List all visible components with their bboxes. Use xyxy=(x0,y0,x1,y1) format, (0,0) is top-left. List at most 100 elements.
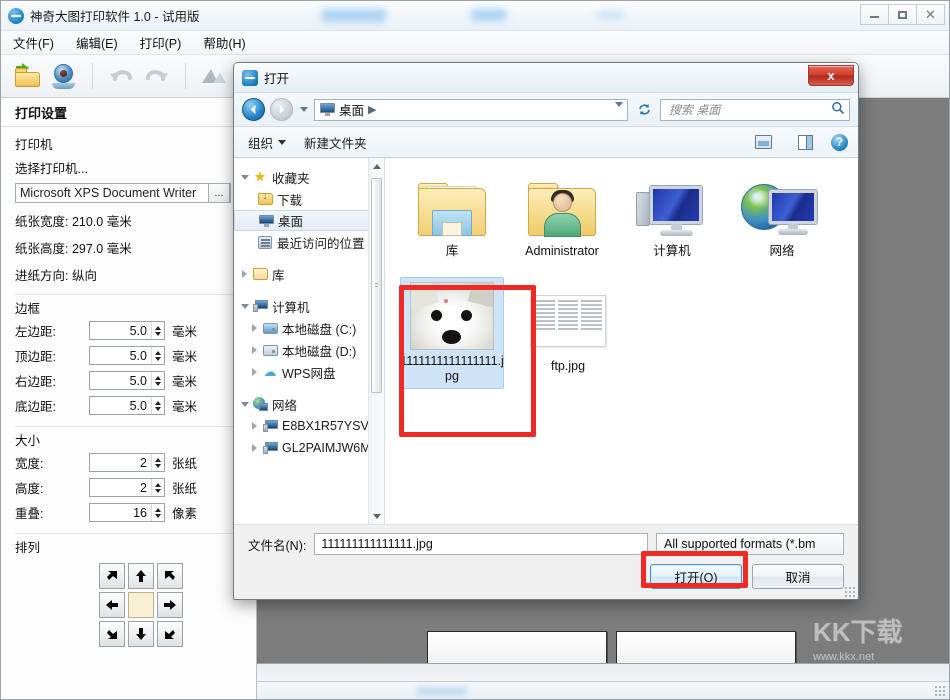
tree-item-desktop[interactable]: 桌面 xyxy=(234,210,378,231)
tree-scroll-down-icon[interactable] xyxy=(369,508,384,524)
tree-item-libraries[interactable]: 库 xyxy=(234,263,384,285)
file-item-network[interactable]: 网络 xyxy=(727,168,837,259)
tree-label: 库 xyxy=(269,265,285,284)
arrange-down-left-icon[interactable] xyxy=(99,621,125,647)
camera-icon[interactable] xyxy=(49,61,79,91)
address-bar[interactable]: 桌面 ▶ xyxy=(314,99,628,121)
back-icon[interactable] xyxy=(242,98,265,121)
margin-right-spin-buttons[interactable] xyxy=(151,372,164,389)
arrange-down-right-icon[interactable] xyxy=(157,621,183,647)
maximize-button[interactable] xyxy=(888,4,917,25)
star-icon: ★ xyxy=(251,169,269,185)
cancel-button[interactable]: 取消 xyxy=(752,564,844,589)
file-label: ftp.jpg xyxy=(516,359,620,374)
history-dropdown-icon[interactable] xyxy=(298,100,309,120)
arrange-center-icon[interactable] xyxy=(128,592,154,618)
select-printer-label[interactable]: 选择打印机... xyxy=(15,154,244,181)
margin-left-spin-buttons[interactable] xyxy=(151,322,164,339)
dialog-close-button[interactable]: x xyxy=(808,65,854,86)
minimize-button[interactable] xyxy=(860,4,889,25)
arrange-left-icon[interactable] xyxy=(99,592,125,618)
tree-scroll-thumb[interactable] xyxy=(371,178,382,393)
file-list[interactable]: 库 Administrator xyxy=(385,158,858,524)
tree-item-favorites[interactable]: ★ 收藏夹 xyxy=(234,166,384,188)
margin-bottom-spin-buttons[interactable] xyxy=(151,397,164,414)
tree-item-drive-c[interactable]: 本地磁盘 (C:) xyxy=(234,317,384,339)
drive-icon xyxy=(261,345,279,356)
arrange-up-right-icon[interactable] xyxy=(157,563,183,589)
address-separator[interactable]: ▶ xyxy=(368,103,376,116)
tree-scroll-up-icon[interactable] xyxy=(369,158,384,174)
expander-down-icon[interactable] xyxy=(238,175,251,180)
menu-file[interactable]: 文件(F) xyxy=(13,33,54,52)
arrange-up-icon[interactable] xyxy=(128,563,154,589)
expander-right-icon[interactable] xyxy=(238,270,251,278)
new-folder-button[interactable]: 新建文件夹 xyxy=(304,133,367,152)
file-item-computer[interactable]: 计算机 xyxy=(617,168,727,259)
tree-item-wps-cloud[interactable]: ☁ WPS网盘 xyxy=(234,361,384,383)
tree-item-network[interactable]: 网络 xyxy=(234,393,384,415)
refresh-icon[interactable] xyxy=(633,99,655,121)
dialog-logo-icon xyxy=(242,70,258,86)
file-item-libraries[interactable]: 库 xyxy=(397,168,507,259)
size-width-spin-buttons[interactable] xyxy=(151,454,164,471)
expander-right-icon[interactable] xyxy=(248,422,261,430)
margin-top-row: 顶边距: 5.0 毫米 xyxy=(15,343,244,368)
arrange-right-icon[interactable] xyxy=(157,592,183,618)
arrange-down-icon[interactable] xyxy=(128,621,154,647)
margin-right-stepper[interactable]: 5.0 xyxy=(89,371,165,390)
tree-item-drive-d[interactable]: 本地磁盘 (D:) xyxy=(234,339,384,361)
search-icon[interactable] xyxy=(831,101,845,118)
size-height-row: 高度: 2 张纸 xyxy=(15,475,244,500)
statusbar xyxy=(257,681,949,699)
tree-item-recent-places[interactable]: 最近访问的位置 xyxy=(234,231,384,253)
overlap-spin-buttons[interactable] xyxy=(151,504,164,521)
expander-down-icon[interactable] xyxy=(238,402,251,407)
preview-pane-icon[interactable] xyxy=(798,135,813,150)
margin-top-stepper[interactable]: 5.0 xyxy=(89,346,165,365)
expander-right-icon[interactable] xyxy=(248,444,261,452)
tree-item-downloads[interactable]: 下载 xyxy=(234,188,384,210)
size-height-value: 2 xyxy=(90,481,151,495)
tree-item-computer[interactable]: 计算机 xyxy=(234,295,384,317)
open-folder-icon[interactable] xyxy=(13,61,43,91)
filename-input[interactable]: 111111111111111.jpg xyxy=(314,533,648,555)
margin-top-spin-buttons[interactable] xyxy=(151,347,164,364)
margin-bottom-stepper[interactable]: 5.0 xyxy=(89,396,165,415)
tree-item-network-pc-2[interactable]: GL2PAIMJW6M xyxy=(234,437,384,459)
size-width-stepper[interactable]: 2 xyxy=(89,453,165,472)
file-item-photo[interactable]: 1111111111111111.jpg xyxy=(397,273,507,389)
close-button[interactable]: ✕ xyxy=(916,4,945,25)
menu-print[interactable]: 打印(P) xyxy=(140,33,182,52)
resize-grip-icon[interactable] xyxy=(934,685,946,697)
expander-right-icon[interactable] xyxy=(248,324,261,332)
printer-combo[interactable]: Microsoft XPS Document Writer ... xyxy=(15,183,231,203)
address-dropdown-icon[interactable] xyxy=(615,107,623,121)
size-height-stepper[interactable]: 2 xyxy=(89,478,165,497)
organize-dropdown-icon[interactable] xyxy=(278,140,286,145)
file-type-filter[interactable]: All supported formats (*.bm xyxy=(656,533,844,555)
menu-help[interactable]: 帮助(H) xyxy=(203,33,245,52)
window-controls: ✕ xyxy=(861,4,945,26)
open-button[interactable]: 打开(O) xyxy=(650,564,742,589)
tree-item-network-pc-1[interactable]: E8BX1R57YSVU xyxy=(234,415,384,437)
tree-scrollbar[interactable] xyxy=(368,158,384,524)
page-sheet-1 xyxy=(427,631,607,664)
organize-button[interactable]: 组织 xyxy=(248,133,286,152)
search-input[interactable]: 搜索 桌面 xyxy=(660,99,850,121)
margin-left-stepper[interactable]: 5.0 xyxy=(89,321,165,340)
view-mode-icon[interactable] xyxy=(755,135,772,149)
overlap-stepper[interactable]: 16 xyxy=(89,503,165,522)
help-icon[interactable]: ? xyxy=(831,134,848,151)
expander-down-icon[interactable] xyxy=(238,304,251,309)
expander-right-icon[interactable] xyxy=(248,368,261,376)
file-item-ftp[interactable]: ftp.jpg xyxy=(513,273,623,389)
dialog-resize-grip-icon[interactable] xyxy=(844,586,855,597)
printer-browse-button[interactable]: ... xyxy=(208,183,230,203)
size-height-spin-buttons[interactable] xyxy=(151,479,164,496)
margin-right-value: 5.0 xyxy=(90,374,151,388)
arrange-up-left-icon[interactable] xyxy=(99,563,125,589)
file-item-administrator[interactable]: Administrator xyxy=(507,168,617,259)
expander-right-icon[interactable] xyxy=(248,346,261,354)
menu-edit[interactable]: 编辑(E) xyxy=(76,33,118,52)
